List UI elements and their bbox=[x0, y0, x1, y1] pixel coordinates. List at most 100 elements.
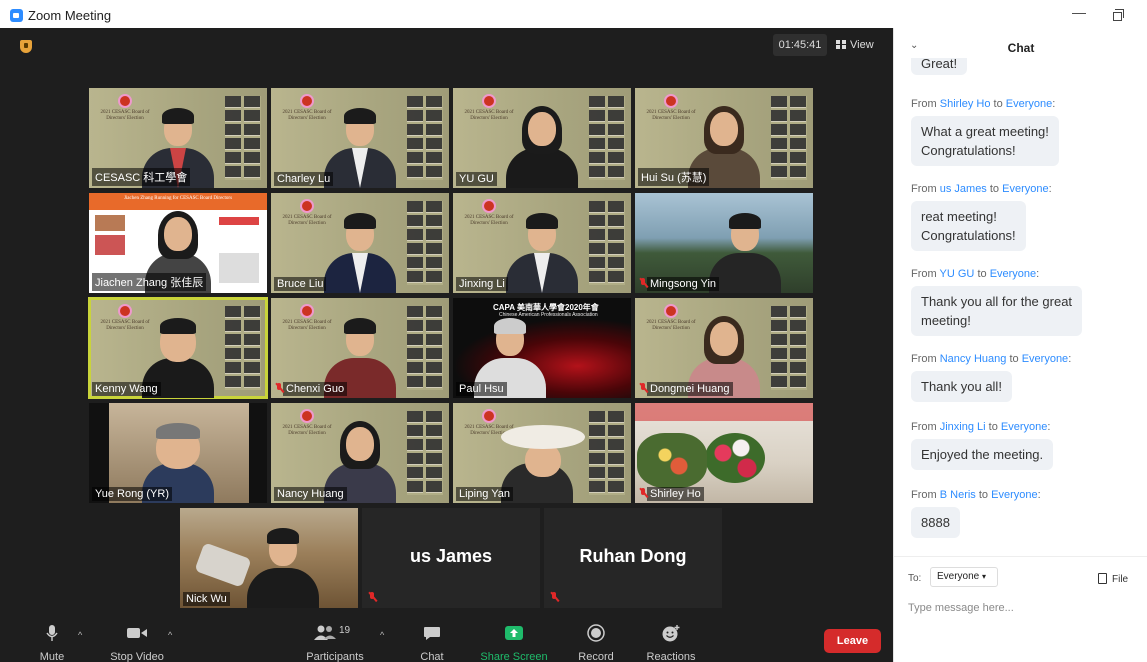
video-tile[interactable]: Jiachen Zhang Running for CESASC Board D… bbox=[89, 193, 267, 293]
cesasc-seal-icon bbox=[300, 199, 314, 213]
reactions-label: Reactions bbox=[646, 651, 696, 662]
video-tile-no-video[interactable]: us James bbox=[362, 508, 540, 608]
chat-button[interactable]: Chat bbox=[414, 618, 450, 662]
video-tile[interactable]: 2021 CESASC Board of Directors' Election… bbox=[271, 88, 449, 188]
stop-video-button[interactable]: Stop Video bbox=[104, 618, 170, 662]
chat-message: reat meeting! Congratulations! bbox=[911, 201, 1026, 251]
video-tile[interactable]: 2021 CESASC Board of Directors' Election… bbox=[635, 88, 813, 188]
sender-name[interactable]: Shirley Ho bbox=[940, 98, 991, 110]
participant-name: Jiachen Zhang 张佳辰 bbox=[92, 273, 207, 291]
security-shield-icon[interactable] bbox=[20, 40, 32, 53]
video-tile[interactable]: Yue Rong (YR) bbox=[89, 403, 267, 503]
to-word: to bbox=[1009, 353, 1019, 365]
minimize-icon[interactable]: — bbox=[1072, 4, 1086, 20]
video-tile[interactable]: Shirley Ho bbox=[635, 403, 813, 503]
meeting-timer: 01:45:41 bbox=[773, 34, 827, 56]
stop-video-label: Stop Video bbox=[110, 651, 164, 662]
mic-muted-icon bbox=[275, 383, 284, 393]
video-tile-active-speaker[interactable]: 2021 CESASC Board of Directors' Election… bbox=[88, 297, 268, 399]
chat-message: 8888 bbox=[911, 507, 960, 538]
candidate-photos bbox=[225, 306, 261, 390]
participants-icon: 19 bbox=[313, 624, 357, 642]
video-tile[interactable]: 2021 CESASC Board of Directors' Election… bbox=[271, 403, 449, 503]
sender-name[interactable]: B Neris bbox=[940, 489, 976, 501]
candidate-photos bbox=[589, 96, 625, 180]
to-label: To: bbox=[908, 573, 922, 584]
cesasc-seal-icon bbox=[482, 199, 496, 213]
video-tile[interactable]: 2021 CESASC Board of Directors' Election… bbox=[271, 193, 449, 293]
participant-name: Kenny Wang bbox=[92, 382, 161, 396]
participants-button[interactable]: 19 Participants bbox=[300, 618, 370, 662]
restore-icon[interactable] bbox=[1113, 9, 1124, 21]
video-tile[interactable]: Mingsong Yin bbox=[635, 193, 813, 293]
video-tile-no-video[interactable]: Ruhan Dong bbox=[544, 508, 722, 608]
chat-title: Chat bbox=[1007, 41, 1035, 55]
video-tile[interactable]: 2021 CESASC Board of Directors' Election… bbox=[453, 193, 631, 293]
participants-options-caret[interactable]: ^ bbox=[380, 630, 384, 640]
share-screen-button[interactable]: Share Screen bbox=[480, 618, 548, 662]
video-tile[interactable]: CAPA 美南華人學會2020年會 Chinese American Profe… bbox=[453, 298, 631, 398]
recipient-name[interactable]: Everyone bbox=[991, 489, 1037, 501]
chat-message: Enjoyed the meeting. bbox=[911, 439, 1054, 470]
from-word: From bbox=[911, 353, 937, 365]
file-button[interactable]: File bbox=[1098, 573, 1128, 585]
record-button[interactable]: Record bbox=[576, 618, 616, 662]
microphone-icon bbox=[46, 625, 58, 641]
video-tile[interactable]: 2021 CESASC Board of Directors' Election… bbox=[271, 298, 449, 398]
file-icon bbox=[1098, 573, 1107, 584]
participants-label: Participants bbox=[306, 651, 364, 662]
video-tile[interactable]: 2021 CESASC Board of Directors' Election… bbox=[89, 88, 267, 188]
recipient-name[interactable]: Everyone bbox=[990, 268, 1036, 280]
to-word: to bbox=[993, 98, 1003, 110]
candidate-photos bbox=[407, 411, 443, 495]
audio-options-caret[interactable]: ^ bbox=[78, 630, 82, 640]
chat-message-input[interactable] bbox=[908, 599, 1134, 617]
chat-messages[interactable]: Great! From Shirley Ho to Everyone: What… bbox=[894, 58, 1147, 558]
mic-muted-icon bbox=[550, 592, 559, 602]
recipient-name[interactable]: Everyone bbox=[1022, 353, 1068, 365]
share-screen-label: Share Screen bbox=[480, 651, 548, 662]
shared-photo bbox=[95, 215, 125, 231]
file-label: File bbox=[1112, 574, 1129, 585]
view-label: View bbox=[850, 39, 874, 51]
grid-view-icon bbox=[836, 40, 846, 49]
mic-muted-icon bbox=[639, 383, 648, 393]
reactions-button[interactable]: Reactions bbox=[644, 618, 698, 662]
mute-button[interactable]: Mute bbox=[34, 618, 70, 662]
message-sender-line: From B Neris to Everyone: bbox=[911, 489, 1041, 501]
candidate-photos bbox=[771, 96, 807, 180]
view-button[interactable]: View bbox=[836, 34, 874, 56]
mute-label: Mute bbox=[39, 651, 65, 662]
participant-name: Dongmei Huang bbox=[647, 382, 733, 396]
sender-name[interactable]: Nancy Huang bbox=[940, 353, 1007, 365]
recipient-name[interactable]: Everyone bbox=[1002, 183, 1048, 195]
sender-name[interactable]: Jinxing Li bbox=[940, 421, 986, 433]
recipient-select[interactable]: Everyone ▾ bbox=[930, 567, 998, 587]
leave-button[interactable]: Leave bbox=[824, 629, 881, 653]
participants-count: 19 bbox=[339, 625, 351, 636]
to-word: to bbox=[988, 421, 998, 433]
video-tile[interactable]: 2021 CESASC Board of Directors' Election… bbox=[635, 298, 813, 398]
participant-name: Charley Lu bbox=[274, 172, 334, 186]
video-tile[interactable]: Nick Wu bbox=[180, 508, 358, 608]
message-sender-line: From Shirley Ho to Everyone: bbox=[911, 98, 1056, 110]
video-tile[interactable]: 2021 CESASC Board of Directors' Election… bbox=[453, 403, 631, 503]
participant-name: Chenxi Guo bbox=[283, 382, 348, 396]
cesasc-seal-icon bbox=[300, 409, 314, 423]
participant-name: Mingsong Yin bbox=[647, 277, 720, 291]
shared-photo bbox=[219, 217, 259, 225]
recipient-name[interactable]: Everyone bbox=[1001, 421, 1047, 433]
participant-name: Bruce Liu bbox=[274, 277, 327, 291]
message-sender-line: From Jinxing Li to Everyone: bbox=[911, 421, 1051, 433]
cesasc-seal-icon bbox=[664, 94, 678, 108]
video-options-caret[interactable]: ^ bbox=[168, 630, 172, 640]
participant-video bbox=[320, 211, 400, 293]
recipient-name[interactable]: Everyone bbox=[1006, 98, 1052, 110]
sender-name[interactable]: us James bbox=[940, 183, 987, 195]
participant-name: Paul Hsu bbox=[456, 382, 507, 396]
sender-name[interactable]: YU GU bbox=[940, 268, 975, 280]
video-tile[interactable]: 2021 CESASC Board of Directors' Election… bbox=[453, 88, 631, 188]
title-bar: Zoom Meeting — bbox=[0, 0, 1147, 28]
chat-message: Thank you all! bbox=[911, 371, 1012, 402]
candidate-photos bbox=[407, 306, 443, 390]
